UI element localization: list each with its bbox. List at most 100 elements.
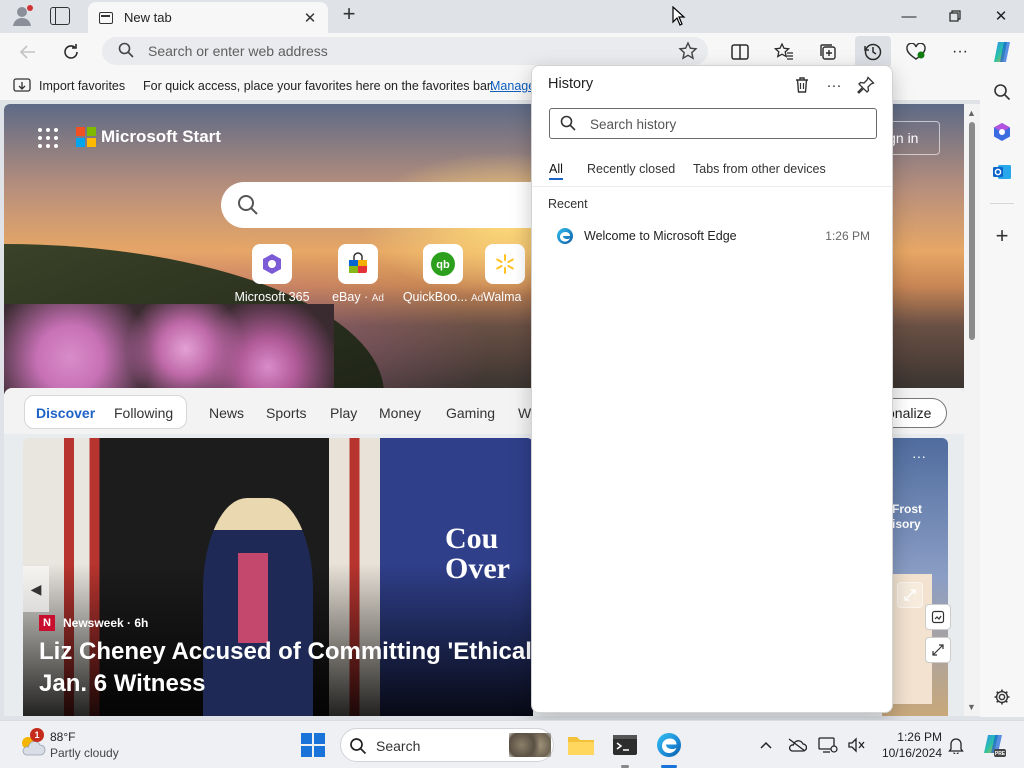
tab-play[interactable]: Play xyxy=(330,405,357,421)
favorite-star-icon[interactable] xyxy=(678,41,698,64)
new-tab-page-icon xyxy=(99,11,113,24)
tab-more[interactable]: W xyxy=(518,405,531,421)
scroll-down-arrow-icon[interactable]: ▼ xyxy=(967,702,976,712)
scroll-up-arrow-icon[interactable]: ▲ xyxy=(967,108,976,118)
tab-discover[interactable]: Discover xyxy=(36,405,95,421)
quick-link-label: QuickBoo... xyxy=(402,290,468,304)
weather-condition: Partly cloudy xyxy=(50,746,119,760)
tab-money[interactable]: Money xyxy=(379,405,421,421)
quick-link-ebay[interactable]: eBay · Ad xyxy=(313,244,403,304)
copilot-preview-icon[interactable]: PRE xyxy=(980,732,1006,758)
screenshot-icon[interactable] xyxy=(925,604,951,630)
card-more-icon[interactable]: ··· xyxy=(912,448,926,464)
copilot-icon[interactable] xyxy=(989,39,1015,65)
import-favorites-label: Import favorites xyxy=(39,79,126,93)
tab-sports[interactable]: Sports xyxy=(266,405,306,421)
history-tab-recently-closed[interactable]: Recently closed xyxy=(587,162,675,176)
quick-link-label: eBay xyxy=(332,290,361,304)
show-hidden-icons-icon[interactable] xyxy=(756,735,776,755)
history-tab-other-devices[interactable]: Tabs from other devices xyxy=(693,162,826,176)
expand-icon[interactable] xyxy=(897,582,923,608)
top-story-card[interactable]: Cou Over ◀ N Newsweek · 6h Liz Cheney Ac… xyxy=(23,438,533,716)
favorites-icon[interactable] xyxy=(771,39,797,65)
edge-favicon-icon xyxy=(557,228,573,244)
tab-title: New tab xyxy=(124,10,172,25)
ad-label: Ad xyxy=(371,293,384,304)
story-age: · 6h xyxy=(127,616,149,630)
sidebar-search-icon[interactable] xyxy=(990,80,1014,104)
sidebar-add-icon[interactable]: + xyxy=(990,223,1014,248)
search-icon xyxy=(560,115,576,134)
address-bar[interactable] xyxy=(102,37,708,65)
tab-news[interactable]: News xyxy=(209,405,244,421)
weather-temperature: 88°F xyxy=(50,730,76,744)
microsoft-365-icon xyxy=(263,254,281,274)
svg-text:PRE: PRE xyxy=(995,751,1006,757)
sidebar-separator xyxy=(990,203,1014,204)
tab-following[interactable]: Following xyxy=(114,405,173,421)
history-more-options-icon[interactable]: ··· xyxy=(822,73,846,97)
page-scrollbar[interactable]: ▲ ▼ xyxy=(964,104,980,716)
onedrive-icon[interactable] xyxy=(787,735,807,755)
new-tab-button[interactable]: + xyxy=(338,3,360,26)
quick-link-walmart[interactable]: Walma xyxy=(483,244,533,304)
notifications-bell-icon[interactable] xyxy=(946,735,966,755)
active-tab-indicator xyxy=(549,178,563,180)
clock-date: 10/16/2024 xyxy=(881,746,942,760)
tab-gaming[interactable]: Gaming xyxy=(446,405,495,421)
edge-taskbar-icon[interactable] xyxy=(653,729,685,761)
collections-icon[interactable] xyxy=(815,39,841,65)
quick-link-quickbooks[interactable]: qb QuickBoo... Ad xyxy=(398,244,488,304)
history-search-input[interactable] xyxy=(590,114,860,134)
quick-link-microsoft-365[interactable]: Microsoft 365 xyxy=(227,244,317,304)
story-headline[interactable]: Liz Cheney Accused of Committing 'Ethica… xyxy=(39,636,533,700)
history-section-recent: Recent xyxy=(548,197,588,211)
system-clock[interactable]: 1:26 PM 10/16/2024 xyxy=(876,729,942,761)
carousel-previous-button[interactable]: ◀ xyxy=(23,566,49,612)
pin-history-icon[interactable] xyxy=(854,73,878,97)
split-screen-icon[interactable] xyxy=(727,39,753,65)
file-explorer-icon[interactable] xyxy=(565,729,597,761)
history-item-title: Welcome to Microsoft Edge xyxy=(584,229,737,243)
close-window-button[interactable]: ✕ xyxy=(986,4,1016,28)
open-in-window-icon[interactable] xyxy=(925,637,951,663)
history-item[interactable]: Welcome to Microsoft Edge 1:26 PM xyxy=(542,222,884,250)
back-button[interactable] xyxy=(15,39,41,65)
refresh-button[interactable] xyxy=(58,39,84,65)
sidebar-microsoft-365-icon[interactable] xyxy=(990,120,1014,144)
taskbar: 1 88°F Partly cloudy Search 1:26 PM 10/1… xyxy=(0,720,1024,768)
network-icon[interactable] xyxy=(818,735,838,755)
close-tab-icon[interactable]: ✕ xyxy=(300,8,320,28)
browser-essentials-icon[interactable] xyxy=(903,39,929,65)
quick-link-label: Microsoft 365 xyxy=(234,290,310,304)
microsoft-start-brand[interactable]: Microsoft Start xyxy=(101,127,221,147)
more-options-icon[interactable]: ··· xyxy=(947,39,973,65)
volume-muted-icon[interactable] xyxy=(846,735,866,755)
taskbar-search-label: Search xyxy=(376,738,421,754)
profile-icon[interactable] xyxy=(10,4,34,28)
app-launcher-icon[interactable] xyxy=(38,128,58,148)
taskbar-search-box[interactable]: Search xyxy=(340,728,554,762)
title-bar: New tab ✕ + — ✕ xyxy=(0,0,1024,33)
cursor-icon xyxy=(664,4,694,28)
history-button[interactable] xyxy=(855,36,891,68)
history-search-box[interactable] xyxy=(549,108,877,139)
import-favorites-button[interactable]: Import favorites xyxy=(13,78,125,94)
weather-widget[interactable]: 1 88°F Partly cloudy xyxy=(18,728,158,761)
sidebar-settings-icon[interactable] xyxy=(990,685,1014,709)
terminal-icon[interactable] xyxy=(609,729,641,761)
tab-new-tab[interactable]: New tab ✕ xyxy=(88,2,328,33)
history-tab-all[interactable]: All xyxy=(549,162,563,176)
delete-history-icon[interactable] xyxy=(790,73,814,97)
walmart-icon xyxy=(496,254,514,274)
minimize-button[interactable]: — xyxy=(894,4,924,28)
address-input[interactable] xyxy=(148,40,648,62)
start-button[interactable] xyxy=(301,733,325,757)
sidebar-outlook-icon[interactable] xyxy=(990,160,1014,184)
tab-actions-icon[interactable] xyxy=(50,7,70,25)
newsweek-logo-icon: N xyxy=(39,615,55,631)
manage-favorites-link[interactable]: Manage xyxy=(490,79,535,93)
restore-button[interactable] xyxy=(940,4,970,28)
search-icon xyxy=(237,194,259,219)
scrollbar-thumb[interactable] xyxy=(969,122,975,340)
